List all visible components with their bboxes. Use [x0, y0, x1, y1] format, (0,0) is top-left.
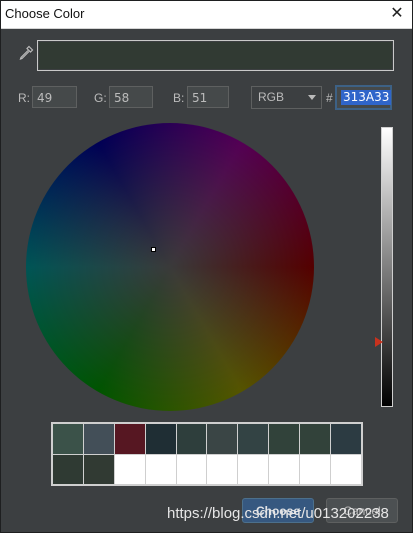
choose-color-dialog: Choose Color ✕ R: 49 G: 58 B: 51 RGB # 3…	[0, 0, 413, 533]
color-wheel-marker[interactable]	[151, 247, 156, 252]
dialog-title: Choose Color	[5, 6, 85, 21]
color-swatch[interactable]	[145, 454, 176, 484]
hex-value: 313A33	[341, 90, 392, 105]
color-swatch[interactable]	[300, 454, 331, 484]
hex-prefix: #	[326, 91, 333, 105]
color-wheel-saturation-overlay	[26, 123, 314, 411]
hex-field[interactable]: 313A33	[335, 85, 392, 110]
color-swatch[interactable]	[53, 424, 83, 454]
color-swatch[interactable]	[269, 424, 300, 454]
r-field[interactable]: 49	[32, 86, 77, 108]
title-bar[interactable]: Choose Color ✕	[1, 1, 412, 29]
color-swatch[interactable]	[207, 424, 238, 454]
color-swatch[interactable]	[83, 424, 114, 454]
close-icon[interactable]: ✕	[386, 2, 408, 26]
b-label: B:	[173, 91, 185, 105]
watermark: https://blog.csdn.net/u013202238	[167, 505, 389, 522]
color-swatch[interactable]	[238, 454, 269, 484]
color-swatch[interactable]	[176, 454, 207, 484]
color-preview-fill	[39, 42, 392, 69]
color-mode-value: RGB	[258, 90, 285, 104]
color-wheel[interactable]	[26, 123, 314, 411]
chevron-down-icon	[308, 95, 316, 100]
color-swatch[interactable]	[114, 424, 145, 454]
b-field[interactable]: 51	[187, 86, 229, 108]
color-swatch[interactable]	[145, 424, 176, 454]
color-swatch[interactable]	[331, 454, 361, 484]
color-swatch[interactable]	[300, 424, 331, 454]
g-field[interactable]: 58	[109, 86, 153, 108]
color-swatch[interactable]	[269, 454, 300, 484]
color-swatch[interactable]	[207, 454, 238, 484]
color-swatch[interactable]	[238, 424, 269, 454]
color-swatch[interactable]	[83, 454, 114, 484]
brightness-slider[interactable]	[381, 127, 393, 407]
eyedropper-icon[interactable]	[18, 45, 34, 61]
color-swatch[interactable]	[114, 454, 145, 484]
brightness-slider-handle[interactable]	[375, 337, 383, 347]
g-label: G:	[94, 91, 107, 105]
color-mode-select[interactable]: RGB	[251, 86, 322, 109]
color-swatch[interactable]	[53, 454, 83, 484]
color-preview	[37, 40, 394, 71]
color-swatch[interactable]	[176, 424, 207, 454]
r-label: R:	[18, 91, 30, 105]
color-swatch[interactable]	[331, 424, 361, 454]
recent-colors-grid	[51, 422, 363, 486]
